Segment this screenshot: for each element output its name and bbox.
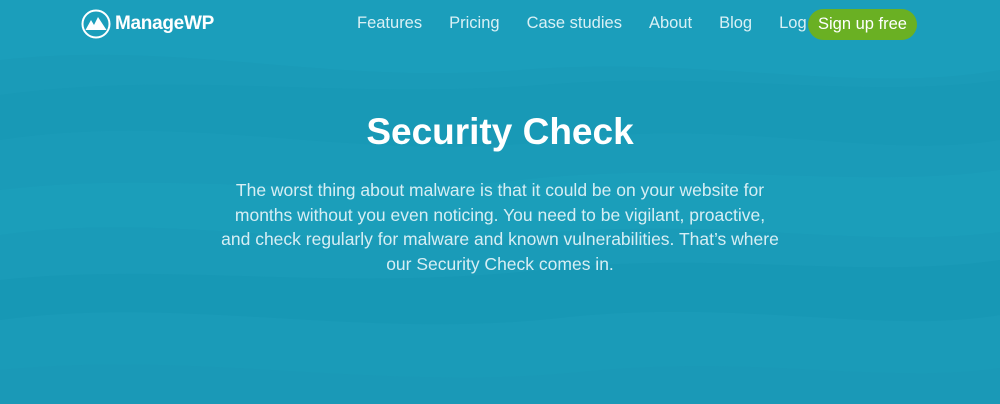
logo[interactable]: ManageWP [81, 9, 214, 39]
managewp-mountain-logo-icon [81, 9, 111, 39]
nav-link-case-studies[interactable]: Case studies [527, 14, 622, 33]
nav-links: Features Pricing Case studies About Blog… [357, 14, 851, 33]
hero-description: The worst thing about malware is that it… [221, 180, 779, 274]
nav-link-pricing[interactable]: Pricing [449, 14, 499, 33]
logo-text: ManageWP [115, 13, 214, 34]
sign-up-free-button[interactable]: Sign up free [808, 9, 917, 40]
top-navigation: ManageWP Features Pricing Case studies A… [0, 0, 1000, 50]
nav-link-features[interactable]: Features [357, 14, 422, 33]
page-title: Security Check [366, 111, 634, 152]
nav-link-blog[interactable]: Blog [719, 14, 752, 33]
nav-link-about[interactable]: About [649, 14, 692, 33]
